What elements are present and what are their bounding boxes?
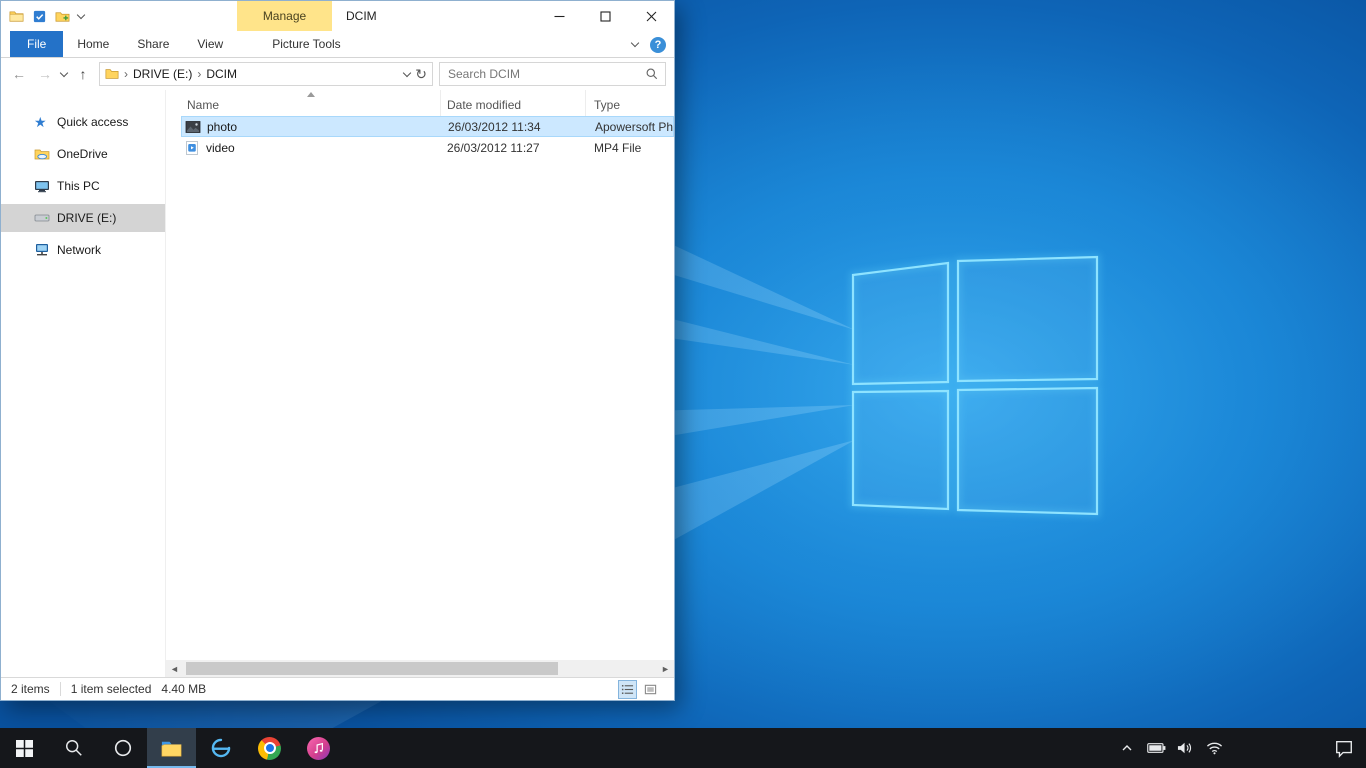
column-headers: Name Date modified Type <box>181 90 674 116</box>
taskbar-file-explorer-icon[interactable] <box>147 728 196 768</box>
sidebar-item-label: DRIVE (E:) <box>57 211 116 225</box>
cortana-icon[interactable] <box>98 728 147 768</box>
file-type: Apowersoft Pho <box>587 120 673 134</box>
chrome-icon[interactable] <box>245 728 294 768</box>
breadcrumb-folder[interactable]: DCIM <box>206 67 237 81</box>
selection-size: 4.40 MB <box>161 682 206 696</box>
photo-file-icon <box>185 119 201 135</box>
video-file-icon <box>184 140 200 156</box>
start-button[interactable] <box>0 728 49 768</box>
tab-share[interactable]: Share <box>123 31 183 57</box>
file-date-modified: 26/03/2012 11:34 <box>442 120 587 134</box>
quick-access-star-icon: ★ <box>34 114 50 130</box>
expand-ribbon-icon[interactable] <box>631 39 639 47</box>
quick-access-toolbar <box>9 1 84 31</box>
drive-icon <box>34 210 50 226</box>
horizontal-scrollbar[interactable]: ◄ ► <box>166 660 674 677</box>
sidebar-item-label: Network <box>57 243 101 257</box>
breadcrumb-drive[interactable]: DRIVE (E:) <box>133 67 192 81</box>
qat-customize-icon[interactable] <box>77 10 85 18</box>
tab-home[interactable]: Home <box>63 31 123 57</box>
up-button[interactable]: ↑ <box>73 66 93 82</box>
file-row-photo[interactable]: photo 26/03/2012 11:34 Apowersoft Pho <box>181 116 674 137</box>
status-divider <box>60 682 61 696</box>
sidebar-item-quick-access[interactable]: ★ Quick access <box>1 108 165 136</box>
file-list-pane: Name Date modified Type photo 26/03/2012… <box>166 90 674 677</box>
battery-icon[interactable] <box>1146 738 1166 758</box>
close-button[interactable] <box>628 1 674 31</box>
scroll-left-icon[interactable]: ◄ <box>166 660 183 677</box>
sidebar-item-label: Quick access <box>57 115 128 129</box>
help-icon[interactable]: ? <box>650 37 666 53</box>
navigation-pane: ★ Quick access OneDrive This PC <box>1 90 166 677</box>
back-button[interactable]: ← <box>9 66 29 82</box>
file-type: MP4 File <box>586 141 674 155</box>
breadcrumb-chevron: › <box>124 67 128 81</box>
refresh-icon[interactable]: ↻ <box>415 66 427 83</box>
taskbar <box>0 728 1366 768</box>
manage-contextual-group[interactable]: Manage <box>237 1 332 31</box>
sidebar-item-this-pc[interactable]: This PC <box>1 172 165 200</box>
caption-buttons <box>536 1 674 31</box>
maximize-button[interactable] <box>582 1 628 31</box>
tab-picture-tools[interactable]: Picture Tools <box>258 31 354 57</box>
qat-properties-icon[interactable] <box>32 9 47 24</box>
sidebar-item-network[interactable]: Network <box>1 236 165 264</box>
tab-view[interactable]: View <box>183 31 237 57</box>
breadcrumb-chevron: › <box>197 67 201 81</box>
minimize-button[interactable] <box>536 1 582 31</box>
explorer-app-icon <box>9 9 24 24</box>
address-dropdown-icon[interactable] <box>403 68 411 76</box>
onedrive-icon <box>34 146 50 162</box>
scroll-right-icon[interactable]: ► <box>657 660 674 677</box>
sidebar-item-label: This PC <box>57 179 100 193</box>
computer-icon <box>34 178 50 194</box>
desktop: Manage DCIM File Home Share View Picture… <box>0 0 1366 768</box>
title-bar: Manage DCIM <box>1 1 674 31</box>
volume-icon[interactable] <box>1175 738 1195 758</box>
details-view-button[interactable] <box>618 680 637 699</box>
address-bar[interactable]: › DRIVE (E:) › DCIM ↻ <box>99 62 433 86</box>
selection-count: 1 item selected <box>71 682 152 696</box>
tab-file[interactable]: File <box>10 31 63 57</box>
qat-new-folder-icon[interactable] <box>55 9 70 24</box>
network-icon <box>34 242 50 258</box>
location-folder-icon <box>105 67 119 81</box>
sort-ascending-icon <box>307 92 315 97</box>
forward-button[interactable]: → <box>35 66 55 82</box>
address-row: ← → ↑ › DRIVE (E:) › DCIM ↻ <box>1 58 674 90</box>
scrollbar-thumb[interactable] <box>186 662 558 675</box>
itunes-icon[interactable] <box>294 728 343 768</box>
items-count: 2 items <box>11 682 50 696</box>
file-explorer-window: Manage DCIM File Home Share View Picture… <box>0 0 675 701</box>
status-bar: 2 items 1 item selected 4.40 MB <box>1 677 674 700</box>
search-box[interactable] <box>439 62 666 86</box>
file-rows: photo 26/03/2012 11:34 Apowersoft Pho vi… <box>181 116 674 158</box>
explorer-main: ★ Quick access OneDrive This PC <box>1 90 674 677</box>
column-header-type[interactable]: Type <box>586 90 674 116</box>
file-row-video[interactable]: video 26/03/2012 11:27 MP4 File <box>181 137 674 158</box>
scrollbar-track[interactable] <box>183 660 657 677</box>
large-icons-view-button[interactable] <box>641 680 660 699</box>
search-input[interactable] <box>446 66 645 82</box>
action-center-icon[interactable] <box>1334 728 1354 768</box>
search-icon[interactable] <box>645 67 659 81</box>
recent-locations-icon[interactable] <box>60 68 68 76</box>
sidebar-item-onedrive[interactable]: OneDrive <box>1 140 165 168</box>
internet-explorer-icon[interactable] <box>196 728 245 768</box>
network-wifi-icon[interactable] <box>1204 738 1224 758</box>
sidebar-item-drive-e[interactable]: DRIVE (E:) <box>1 204 165 232</box>
file-name: video <box>206 141 235 155</box>
sidebar-item-label: OneDrive <box>57 147 108 161</box>
file-name: photo <box>207 120 237 134</box>
file-date-modified: 26/03/2012 11:27 <box>441 141 586 155</box>
column-header-date-modified[interactable]: Date modified <box>441 90 586 116</box>
ribbon-tabs: File Home Share View Picture Tools ? <box>1 31 674 58</box>
system-tray <box>1117 728 1224 768</box>
window-title: DCIM <box>346 1 377 31</box>
hidden-icons-chevron-icon[interactable] <box>1117 738 1137 758</box>
taskbar-search-icon[interactable] <box>49 728 98 768</box>
